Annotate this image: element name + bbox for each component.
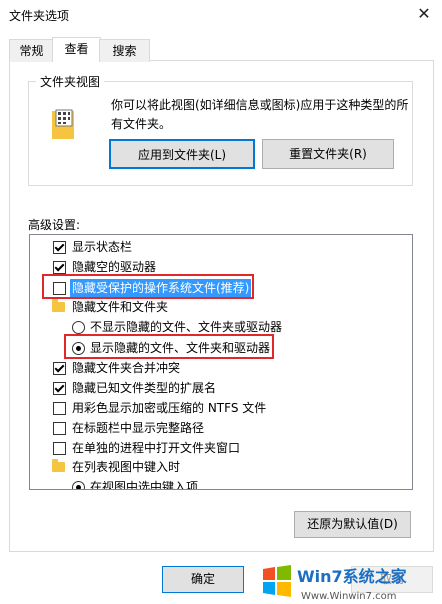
reset-folders-button[interactable]: 重置文件夹(R) xyxy=(262,139,394,169)
checkbox[interactable] xyxy=(53,402,66,415)
radio-button[interactable] xyxy=(72,481,85,489)
tab-search[interactable]: 搜索 xyxy=(99,39,150,62)
highlight-box xyxy=(64,334,274,359)
advanced-settings-list: 显示状态栏 隐藏空的驱动器 隐藏受保护的操作系统文件(推荐) 隐藏文件和文件夹 … xyxy=(29,234,413,490)
close-icon[interactable]: ✕ xyxy=(412,3,436,25)
advanced-settings-label: 高级设置: xyxy=(28,218,81,232)
checkbox[interactable] xyxy=(53,241,66,254)
checkbox[interactable] xyxy=(53,442,66,455)
checkbox[interactable] xyxy=(53,382,66,395)
folder-view-description: 你可以将此视图(如详细信息或图标)应用于这种类型的所有文件夹。 xyxy=(111,98,409,131)
radio-button[interactable] xyxy=(72,321,85,334)
restore-defaults-button[interactable]: 还原为默认值(D) xyxy=(294,511,411,538)
folder-view-icon xyxy=(52,109,74,139)
checkbox[interactable] xyxy=(53,422,66,435)
window-title: 文件夹选项 xyxy=(9,9,70,23)
tab-general[interactable]: 常规 xyxy=(9,39,54,62)
watermark-brand: Win7系统之家 xyxy=(297,567,408,586)
highlight-box xyxy=(42,274,254,299)
watermark-url: Www.Winwin7.com xyxy=(301,591,396,602)
apply-to-folders-button[interactable]: 应用到文件夹(L) xyxy=(109,139,255,169)
folder-view-label: 文件夹视图 xyxy=(36,73,105,90)
folder-icon xyxy=(52,299,65,312)
tab-view[interactable]: 查看 xyxy=(52,37,101,62)
checkbox[interactable] xyxy=(53,362,66,375)
ok-button[interactable]: 确定 xyxy=(162,566,244,593)
watermark-logo: Win7系统之家 Www.Winwin7.com xyxy=(255,560,440,604)
folder-icon xyxy=(52,459,65,472)
checkbox[interactable] xyxy=(53,261,66,274)
